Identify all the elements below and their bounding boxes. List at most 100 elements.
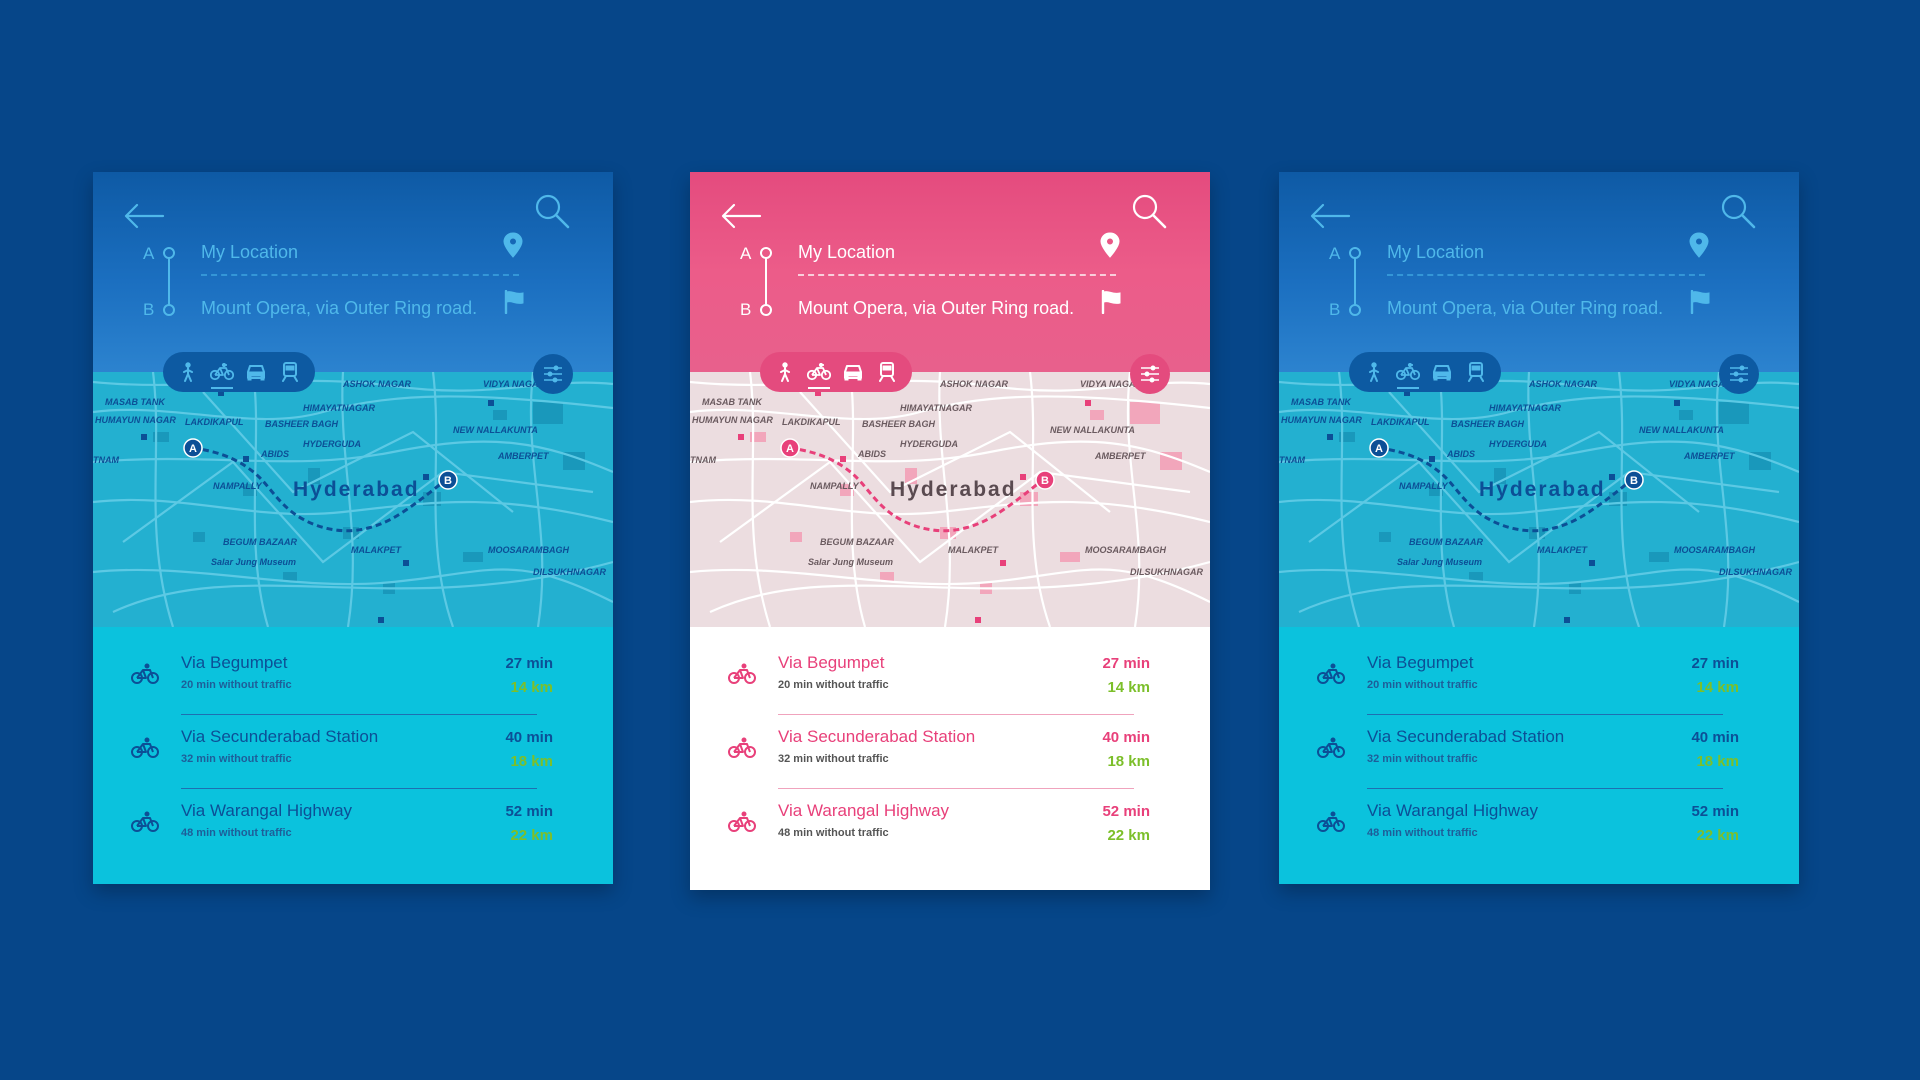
map-label: LAKDIKAPUL <box>782 417 841 427</box>
origin-input[interactable]: My Location <box>201 242 298 263</box>
destination-input[interactable]: Mount Opera, via Outer Ring road. <box>201 298 477 319</box>
route-option[interactable]: Via Secunderabad Station 32 min without … <box>690 715 1210 789</box>
search-icon[interactable] <box>1130 192 1168 230</box>
map-label: AMBERPET <box>1683 451 1736 461</box>
mode-bike[interactable] <box>806 359 832 389</box>
route-option[interactable]: Via Warangal Highway 48 min without traf… <box>690 789 1210 863</box>
origin-input[interactable]: My Location <box>798 242 895 263</box>
filter-sliders-icon <box>1141 365 1159 383</box>
map-canvas[interactable]: MASAB TANKASHOK NAGAR VIDYA NAGARHIMAYATN… <box>690 371 1210 628</box>
route-option[interactable]: Via Begumpet 20 min without traffic 27 m… <box>1279 641 1799 715</box>
map-label: BASHEER BAGH <box>265 419 339 429</box>
map-label: MASAB TANK <box>1291 397 1352 407</box>
route-option[interactable]: Via Warangal Highway 48 min without traf… <box>1279 789 1799 863</box>
flag-icon[interactable] <box>1689 290 1711 314</box>
mode-walk[interactable] <box>772 359 798 385</box>
svg-text:A: A <box>1375 443 1383 455</box>
map-marker-a[interactable]: A <box>1369 438 1389 458</box>
field-divider <box>798 274 1116 276</box>
map-canvas[interactable]: MASAB TANKASHOK NAGAR VIDYA NAGARHIMAYATN… <box>1279 371 1799 628</box>
route-name: Via Warangal Highway <box>778 801 950 820</box>
map-marker-a[interactable]: A <box>183 438 203 458</box>
route-time: 40 min <box>505 729 553 746</box>
map-poi <box>1327 434 1333 440</box>
destination-input[interactable]: Mount Opera, via Outer Ring road. <box>798 298 1074 319</box>
route-option[interactable]: Via Secunderabad Station 32 min without … <box>93 715 613 789</box>
mode-walk[interactable] <box>1361 359 1387 385</box>
map-label: TNAM <box>93 455 119 465</box>
location-pin-icon[interactable] <box>503 232 523 258</box>
arrow-left-icon[interactable] <box>720 202 762 230</box>
mode-bike[interactable] <box>1395 359 1421 389</box>
map-poi <box>1085 400 1091 406</box>
arrow-left-icon[interactable] <box>123 202 165 230</box>
train-icon <box>879 362 895 382</box>
route-filter-button[interactable] <box>1130 354 1170 394</box>
map-block <box>193 532 205 542</box>
mode-car[interactable] <box>1429 359 1455 385</box>
route-distance: 14 km <box>1696 679 1739 696</box>
bike-icon <box>1317 811 1345 832</box>
route-distance: 14 km <box>510 679 553 696</box>
mode-car[interactable] <box>840 359 866 385</box>
mode-train[interactable] <box>1463 359 1489 385</box>
bike-icon <box>1317 737 1345 758</box>
search-icon[interactable] <box>1719 192 1757 230</box>
route-name: Via Warangal Highway <box>181 801 353 820</box>
route-map[interactable]: MASAB TANK ASHOK NAGAR VIDYA NAGAR HIMAYATN… <box>93 371 613 628</box>
car-icon <box>247 365 265 381</box>
map-label: HYDERGUDA <box>1489 439 1547 449</box>
map-canvas[interactable]: MASAB TANKASHOK NAGAR VIDYA NAGARHIMAYATN… <box>93 371 613 628</box>
route-map[interactable]: MASAB TANK ASHOK NAGAR VIDYA NAGAR HIMAYATN… <box>690 371 1210 628</box>
map-city-label: Hyderabad <box>1479 478 1606 501</box>
route-map[interactable]: MASAB TANK ASHOK NAGAR VIDYA NAGAR HIMAYATN… <box>1279 371 1799 628</box>
map-label: Salar Jung Museum <box>211 557 296 567</box>
map-label: AMBERPET <box>1094 451 1147 461</box>
map-marker-b[interactable]: B <box>1035 470 1055 490</box>
route-filter-button[interactable] <box>533 354 573 394</box>
bike-icon <box>131 811 159 832</box>
route-traffic-note: 32 min without traffic <box>1367 753 1478 765</box>
destination-input[interactable]: Mount Opera, via Outer Ring road. <box>1387 298 1663 319</box>
route-option[interactable]: Via Begumpet 20 min without traffic 27 m… <box>93 641 613 715</box>
bike-icon <box>131 737 159 758</box>
mode-car[interactable] <box>243 359 269 385</box>
route-time: 27 min <box>1691 655 1739 672</box>
walk-icon <box>183 362 193 382</box>
origin-input[interactable]: My Location <box>1387 242 1484 263</box>
route-options-list: Via Begumpet 20 min without traffic 27 m… <box>690 627 1210 890</box>
route-option[interactable]: Via Warangal Highway 48 min without traf… <box>93 789 613 863</box>
train-icon <box>282 362 298 382</box>
route-name: Via Begumpet <box>778 653 885 672</box>
map-label: NAMPALLY <box>810 481 860 491</box>
route-header: A B My Location Mount Opera, via Outer R… <box>1279 172 1799 372</box>
map-marker-b[interactable]: B <box>1624 470 1644 490</box>
route-connector <box>163 247 175 316</box>
mode-train[interactable] <box>874 359 900 385</box>
travel-mode-selector <box>760 352 912 392</box>
flag-icon[interactable] <box>1100 290 1122 314</box>
point-b-label: B <box>143 300 155 319</box>
search-icon[interactable] <box>533 192 571 230</box>
location-pin-icon[interactable] <box>1100 232 1120 258</box>
flag-icon[interactable] <box>503 290 525 314</box>
map-marker-b[interactable]: B <box>438 470 458 490</box>
map-label: NEW NALLAKUNTA <box>1050 425 1135 435</box>
arrow-left-icon[interactable] <box>1309 202 1351 230</box>
route-option[interactable]: Via Secunderabad Station 32 min without … <box>1279 715 1799 789</box>
route-traffic-note: 20 min without traffic <box>181 679 292 691</box>
map-poi <box>1429 456 1435 462</box>
route-options-list: Via Begumpet 20 min without traffic 27 m… <box>93 627 613 884</box>
location-pin-icon[interactable] <box>1689 232 1709 258</box>
route-option[interactable]: Via Begumpet 20 min without traffic 27 m… <box>690 641 1210 715</box>
mode-bike[interactable] <box>209 359 235 389</box>
map-poi <box>403 560 409 566</box>
walk-icon <box>1369 362 1379 382</box>
route-filter-button[interactable] <box>1719 354 1759 394</box>
map-poi <box>1674 400 1680 406</box>
mode-train[interactable] <box>277 359 303 385</box>
map-label: LAKDIKAPUL <box>185 417 244 427</box>
map-marker-a[interactable]: A <box>780 438 800 458</box>
route-distance: 18 km <box>1696 753 1739 770</box>
mode-walk[interactable] <box>175 359 201 385</box>
